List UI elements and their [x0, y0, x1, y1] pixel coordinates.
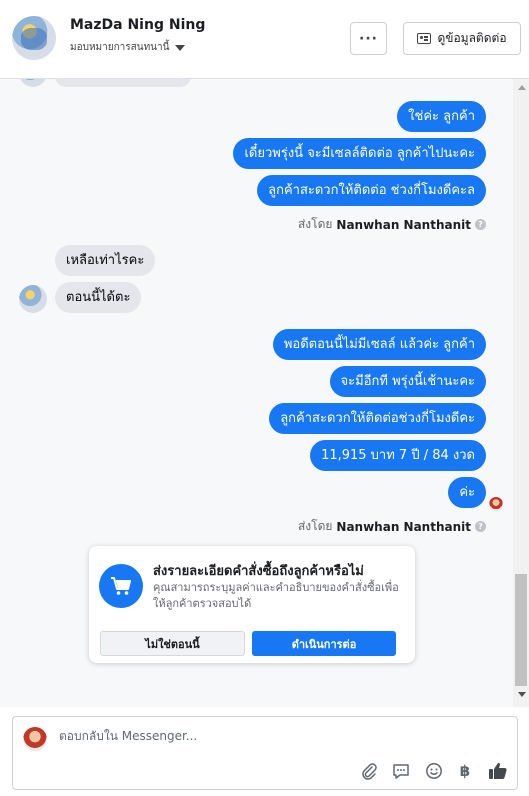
- message-bubble-outgoing: ใช่ค่ะ ลูกค้า: [397, 101, 486, 132]
- conversation-header: MazDa Ning Ning มอบหมายการสนทนานี้ ··· ด…: [0, 0, 529, 79]
- smiley-icon[interactable]: [424, 761, 444, 781]
- sender-name: Nanwhan Nanthanit: [336, 217, 471, 232]
- contact-avatar[interactable]: [12, 16, 56, 60]
- message-bubble-outgoing: ลูกค้าสะดวกให้ติดต่อ ช่วงกี่โมงดีคะล: [257, 175, 486, 206]
- more-options-button[interactable]: ···: [350, 22, 387, 55]
- reply-input[interactable]: [59, 729, 359, 743]
- continue-button[interactable]: ดำเนินการต่อ: [252, 631, 396, 656]
- caret-down-icon: [175, 44, 186, 51]
- contact-avatar-small: [19, 285, 47, 313]
- scrollbar-thumb[interactable]: [515, 574, 527, 686]
- message-bubble-outgoing: เดี๋ยวพรุ่งนี้ จะมีเซลล์ติดต่อ ลูกค้าไปน…: [233, 138, 486, 169]
- chat-icon[interactable]: [391, 761, 411, 781]
- message-bubble-outgoing: จะมีอีกที พรุ่งนี้เช้านะคะ: [329, 366, 486, 397]
- paperclip-icon[interactable]: [359, 761, 379, 781]
- messenger-conversation-panel: MazDa Ning Ning มอบหมายการสนทนานี้ ··· ด…: [0, 0, 529, 796]
- contact-card-icon: [417, 33, 432, 44]
- order-card-description: คุณสามารถระบุมูลค่าและคำอธิบายของคำสั่งซ…: [153, 581, 399, 610]
- message-bubble-outgoing: 11,915 บาท 7 ปี / 84 งวด: [310, 440, 486, 471]
- info-icon[interactable]: ?: [475, 521, 486, 532]
- sent-by-prefix: ส่งโดย: [297, 217, 333, 231]
- sent-by-prefix: ส่งโดย: [297, 519, 333, 533]
- scroll-up-arrow-icon[interactable]: [518, 85, 526, 90]
- page-avatar: [23, 727, 47, 751]
- view-contact-button[interactable]: ดูข้อมูลติดต่อ: [403, 22, 521, 55]
- reply-composer: ฿: [12, 716, 518, 790]
- sender-name: Nanwhan Nanthanit: [336, 519, 471, 534]
- not-now-button[interactable]: ไม่ใช่ตอนนี้: [100, 631, 245, 656]
- assign-conversation-dropdown[interactable]: มอบหมายการสนทนานี้: [70, 40, 186, 55]
- sent-by-line: ส่งโดย Nanwhan Nanthanit ?: [298, 215, 486, 234]
- view-contact-label: ดูข้อมูลติดต่อ: [437, 31, 507, 45]
- baht-icon[interactable]: ฿: [455, 761, 475, 781]
- message-bubble-incoming-partial: [55, 79, 191, 87]
- thumbs-up-icon[interactable]: [488, 761, 508, 781]
- shopping-cart-icon: [99, 564, 143, 608]
- seen-receipt-avatar: [489, 497, 503, 511]
- message-bubble-outgoing: ลูกค้าสะดวกให้ติดต่อช่วงกี่โมงดีคะ: [269, 403, 486, 434]
- order-details-prompt-card: ส่งรายละเอียดคำสั่งซื้อถึงลูกค้าหรือไม่ …: [89, 546, 415, 663]
- message-bubble-outgoing: พอดีตอนนี้ไม่มีเซลล์ แล้วค่ะ ลูกค้า: [272, 329, 486, 360]
- contact-name[interactable]: MazDa Ning Ning: [70, 17, 205, 33]
- message-bubble-outgoing: ค่ะ: [448, 477, 486, 508]
- info-icon[interactable]: ?: [475, 219, 486, 230]
- contact-avatar-small-partial: [19, 79, 47, 87]
- message-bubble-incoming: เหลือเท่าไรคะ: [55, 245, 156, 276]
- sent-by-line: ส่งโดย Nanwhan Nanthanit ?: [298, 517, 486, 536]
- scroll-down-arrow-icon[interactable]: [518, 692, 526, 697]
- message-bubble-incoming: ตอนนี้ได้ตะ: [55, 282, 142, 313]
- order-card-title: ส่งรายละเอียดคำสั่งซื้อถึงลูกค้าหรือไม่: [153, 564, 364, 579]
- assign-label: มอบหมายการสนทนานี้: [70, 42, 170, 53]
